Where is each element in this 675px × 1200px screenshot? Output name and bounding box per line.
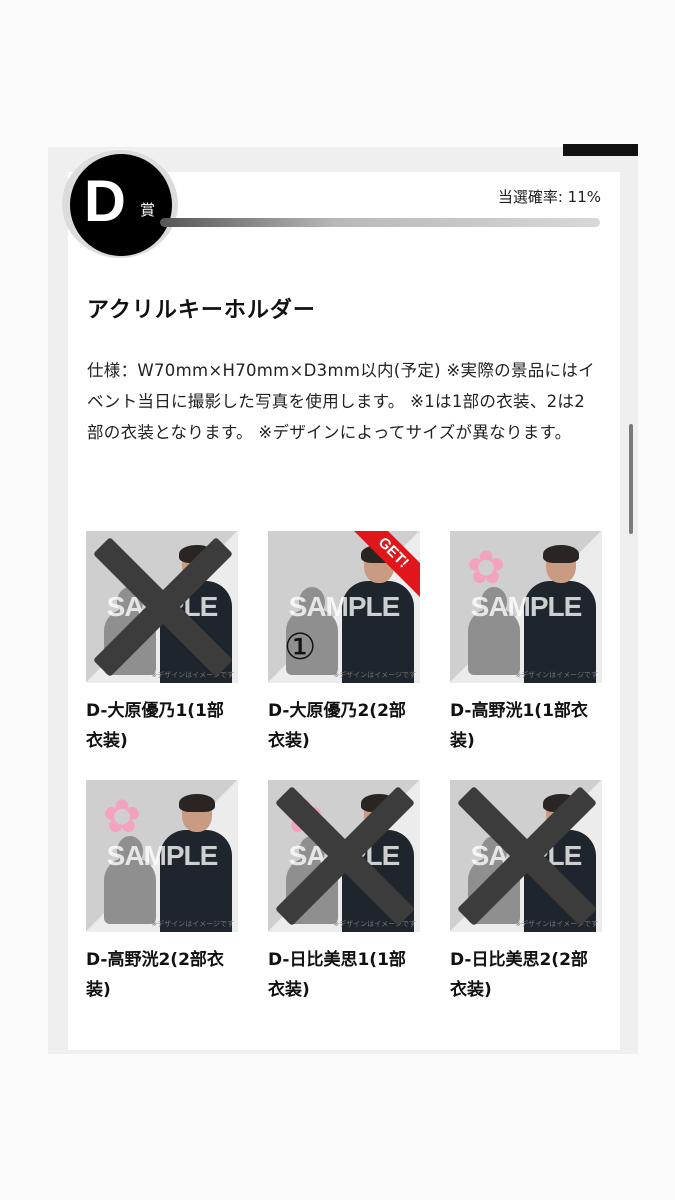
- probability-bar: [160, 218, 600, 227]
- item-thumbnail[interactable]: SAMPLE ※デザインはイメージです GET! ①: [268, 531, 420, 683]
- item-label: D-高野洸2(2部衣装): [86, 950, 224, 1000]
- cherry-blossom-icon: ✿: [466, 540, 506, 594]
- item-label: D-日比美思1(1部衣装): [268, 950, 406, 1000]
- prize-item[interactable]: SAMPLE ※デザインはイメージです GET! ① D-大原優乃2(2部衣装): [268, 531, 420, 756]
- item-label: D-大原優乃1(1部衣装): [86, 701, 224, 751]
- prize-letter: D: [84, 169, 126, 234]
- prize-item[interactable]: SAMPLE ※デザインはイメージです D-大原優乃1(1部衣装): [86, 531, 238, 756]
- design-note: ※デザインはイメージです: [515, 671, 598, 679]
- circled-number: ①: [284, 627, 317, 668]
- item-thumbnail[interactable]: SAMPLE ※デザインはイメージです: [86, 531, 238, 683]
- prize-description: 仕様：W70mm×H70mm×D3mm以内(予定) ※実際の景品にはイベント当日…: [87, 361, 595, 442]
- sample-watermark: SAMPLE: [106, 840, 219, 871]
- prize-title: アクリルキーホルダー: [87, 298, 316, 323]
- design-note: ※デザインはイメージです: [151, 920, 234, 928]
- prize-item[interactable]: SAMPLE ※デザインはイメージです ✿ D-高野洸2(2部衣装): [86, 780, 238, 1005]
- cross-mark-icon: [454, 780, 602, 932]
- item-label: D-日比美思2(2部衣装): [450, 950, 588, 1000]
- item-label: D-大原優乃2(2部衣装): [268, 701, 406, 751]
- cross-mark-icon: [90, 531, 238, 683]
- sample-watermark: SAMPLE: [470, 591, 583, 622]
- cross-mark-icon: [272, 780, 420, 932]
- item-thumbnail[interactable]: SAMPLE ※デザインはイメージです ✿: [450, 531, 602, 683]
- prize-item[interactable]: SAMPLE ※デザインはイメージです D-日比美思2(2部衣装): [450, 780, 602, 1005]
- top-edge-bar: [563, 144, 638, 156]
- probability-text: 当選確率: 11%: [497, 188, 601, 206]
- item-thumbnail[interactable]: SAMPLE ※デザインはイメージです: [450, 780, 602, 932]
- probability-bar-fill: [160, 218, 600, 227]
- item-label: D-高野洸1(1部衣装): [450, 701, 588, 751]
- prize-suffix: 賞: [140, 201, 156, 219]
- item-thumbnail[interactable]: SAMPLE ※デザインはイメージです ✿: [86, 780, 238, 932]
- design-note: ※デザインはイメージです: [333, 671, 416, 679]
- prize-badge: D 賞: [70, 154, 172, 256]
- item-thumbnail[interactable]: SAMPLE ※デザインはイメージです ✿: [268, 780, 420, 932]
- cherry-blossom-icon: ✿: [102, 789, 142, 843]
- scrollbar[interactable]: [629, 424, 633, 534]
- sample-watermark: SAMPLE: [288, 591, 401, 622]
- prize-item[interactable]: SAMPLE ※デザインはイメージです ✿ D-日比美思1(1部衣装): [268, 780, 420, 1005]
- prize-item[interactable]: SAMPLE ※デザインはイメージです ✿ D-高野洸1(1部衣装): [450, 531, 602, 756]
